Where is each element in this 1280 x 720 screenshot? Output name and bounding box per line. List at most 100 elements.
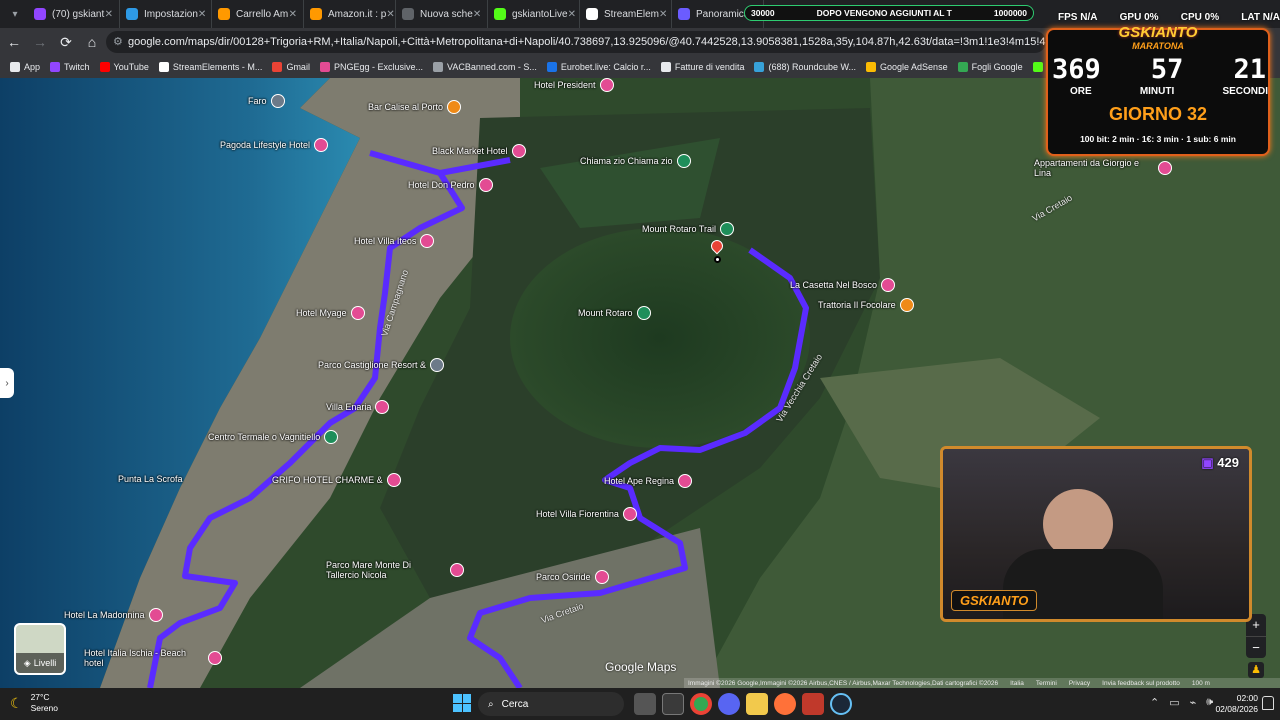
tab-favicon-icon: [678, 8, 690, 20]
site-info-icon[interactable]: ⚙: [113, 35, 123, 48]
close-tab-icon[interactable]: ✕: [198, 9, 206, 20]
reload-button[interactable]: ⟳: [54, 30, 78, 54]
expand-panel-button[interactable]: ›: [0, 368, 14, 398]
weather-widget[interactable]: ☾ 27°C Sereno: [10, 692, 58, 714]
zoom-out-button[interactable]: −: [1246, 636, 1266, 658]
browser-tab[interactable]: Carrello Am ✕: [212, 0, 304, 28]
map-poi[interactable]: Hotel Villa Fiorentina: [536, 507, 641, 521]
task-view-icon[interactable]: [634, 693, 656, 715]
taskbar-search[interactable]: ⌕ Cerca: [478, 692, 624, 716]
footer-link-italia[interactable]: Italia: [1010, 680, 1024, 687]
browser-tab[interactable]: Impostazion ✕: [120, 0, 212, 28]
bookmark-item[interactable]: StreamElements - M...: [158, 62, 262, 72]
map-poi[interactable]: GRIFO HOTEL CHARME &: [272, 473, 405, 487]
app-icon[interactable]: [802, 693, 824, 715]
map-poi[interactable]: Mount Rotaro Trail: [642, 222, 738, 236]
map-poi[interactable]: Appartamenti da Giorgio e Lina: [1034, 158, 1176, 178]
bookmark-item[interactable]: Fogli Google: [957, 62, 1023, 72]
gpu-stat: GPU 0%: [1119, 12, 1159, 23]
map-poi[interactable]: Chiama zio Chiama zio: [580, 154, 695, 168]
home-button[interactable]: ⌂: [80, 30, 104, 54]
poi-marker-icon: [430, 358, 445, 372]
bookmark-favicon-icon: [754, 62, 765, 72]
map-poi[interactable]: Villa Enaria: [326, 400, 393, 414]
close-tab-icon[interactable]: ✕: [568, 9, 576, 20]
back-button[interactable]: ←: [2, 30, 26, 54]
map-poi[interactable]: Hotel Villa Iteos: [354, 234, 438, 248]
poi-label: Pagoda Lifestyle Hotel: [220, 140, 311, 150]
close-tab-icon[interactable]: ✕: [289, 9, 297, 20]
map-poi[interactable]: Pagoda Lifestyle Hotel: [220, 138, 332, 152]
footer-link-feedback[interactable]: Invia feedback sul prodotto: [1102, 680, 1180, 687]
discord-icon[interactable]: [718, 693, 740, 715]
close-tab-icon[interactable]: ✕: [473, 9, 481, 20]
tab-search-button[interactable]: ▾: [2, 2, 28, 26]
browser-tab[interactable]: gskiantoLive ✕: [488, 0, 580, 28]
pegman-icon[interactable]: ♟: [1248, 662, 1264, 678]
close-tab-icon[interactable]: ✕: [659, 9, 667, 20]
firefox-icon[interactable]: [774, 693, 796, 715]
bookmark-item[interactable]: Gmail: [272, 62, 310, 72]
bookmark-item[interactable]: Fatture di vendita: [660, 62, 744, 72]
map-poi[interactable]: Hotel Don Pedro: [408, 178, 497, 192]
map-poi[interactable]: Hotel Italia Ischia - Beach hotel: [84, 648, 226, 668]
notification-icon[interactable]: [1262, 696, 1274, 710]
start-button[interactable]: [453, 694, 471, 712]
footer-link-terms[interactable]: Termini: [1036, 680, 1057, 687]
map-poi[interactable]: Centro Termale o Vagnitiello: [208, 430, 342, 444]
map-poi[interactable]: Faro: [248, 94, 289, 108]
close-tab-icon[interactable]: ✕: [386, 9, 394, 20]
forward-button[interactable]: →: [28, 30, 52, 54]
bookmark-item[interactable]: Google AdSense: [866, 62, 948, 72]
clock[interactable]: 02:00 02/08/2026: [1206, 693, 1258, 715]
map-poi[interactable]: Parco Castiglione Resort &: [318, 358, 448, 372]
browser-tab[interactable]: StreamElem ✕: [580, 0, 672, 28]
webcam-frame: ▣ 429 GSKIANTO: [940, 446, 1252, 622]
chevron-up-icon[interactable]: ⌃: [1150, 696, 1159, 709]
bookmark-item[interactable]: VACBanned.com - S...: [432, 62, 537, 72]
map-poi[interactable]: Hotel La Madonnina: [64, 608, 167, 622]
network-icon[interactable]: ⌁: [1190, 696, 1197, 709]
map-poi[interactable]: Hotel Myage: [296, 306, 369, 320]
footer-link-privacy[interactable]: Privacy: [1069, 680, 1090, 687]
map-poi[interactable]: Bar Calise al Porto: [368, 100, 465, 114]
file-explorer-icon[interactable]: [746, 693, 768, 715]
bookmark-favicon-icon: [957, 62, 968, 72]
chrome-icon[interactable]: [690, 693, 712, 715]
url-field[interactable]: ⚙ google.com/maps/dir/00128+Trigoria+RM,…: [106, 31, 1046, 53]
map-poi[interactable]: Hotel Ape Regina: [604, 474, 696, 488]
map-poi[interactable]: Trattoria Il Focolare: [818, 298, 918, 312]
bookmark-item[interactable]: Eurobet.live: Calcio r...: [546, 62, 651, 72]
bookmark-item[interactable]: YouTube: [99, 62, 149, 72]
bookmark-item[interactable]: Twitch: [50, 62, 90, 72]
map-poi[interactable]: Parco Osiride: [536, 570, 613, 584]
layers-button[interactable]: ◈ Livelli: [14, 623, 66, 675]
poi-marker-icon: [375, 400, 390, 414]
map-poi[interactable]: Mount Rotaro: [578, 306, 655, 320]
close-tab-icon[interactable]: ✕: [105, 9, 113, 20]
bookmark-favicon-icon: [272, 62, 283, 72]
ticker-text: DOPO VENGONO AGGIUNTI AL T: [816, 8, 952, 18]
browser-tab[interactable]: (70) gskiant ✕: [28, 0, 120, 28]
map-poi[interactable]: La Casetta Nel Bosco: [790, 278, 899, 292]
map-poi[interactable]: Parco Mare Monte Di Tallercio Nicola: [326, 560, 468, 580]
bookmark-item[interactable]: (688) Roundcube W...: [754, 62, 856, 72]
steam-icon[interactable]: [830, 693, 852, 715]
map-poi[interactable]: Punta La Scrofa: [118, 474, 183, 484]
poi-marker-icon: [420, 234, 435, 248]
browser-tab[interactable]: Nuova sche ✕: [396, 0, 488, 28]
map-poi[interactable]: Hotel President: [534, 78, 618, 92]
map-poi[interactable]: Black Market Hotel: [432, 144, 530, 158]
widgets-icon[interactable]: [662, 693, 684, 715]
browser-tab[interactable]: Amazon.it : p ✕: [304, 0, 396, 28]
bookmark-label: (688) Roundcube W...: [768, 62, 857, 72]
route-point-icon[interactable]: [714, 256, 721, 263]
bookmark-item[interactable]: App: [10, 62, 40, 72]
bookmark-item[interactable]: PNGEgg - Exclusive...: [319, 62, 423, 72]
tab-favicon-icon: [586, 8, 598, 20]
bookmark-label: PNGEgg - Exclusive...: [333, 62, 423, 72]
tab-favicon-icon: [402, 8, 414, 20]
system-tray[interactable]: ⌃ ▭ ⌁ 🕪: [1150, 696, 1213, 709]
marathon-title: GSKIANTO: [1118, 24, 1198, 41]
monitor-icon[interactable]: ▭: [1169, 696, 1179, 709]
